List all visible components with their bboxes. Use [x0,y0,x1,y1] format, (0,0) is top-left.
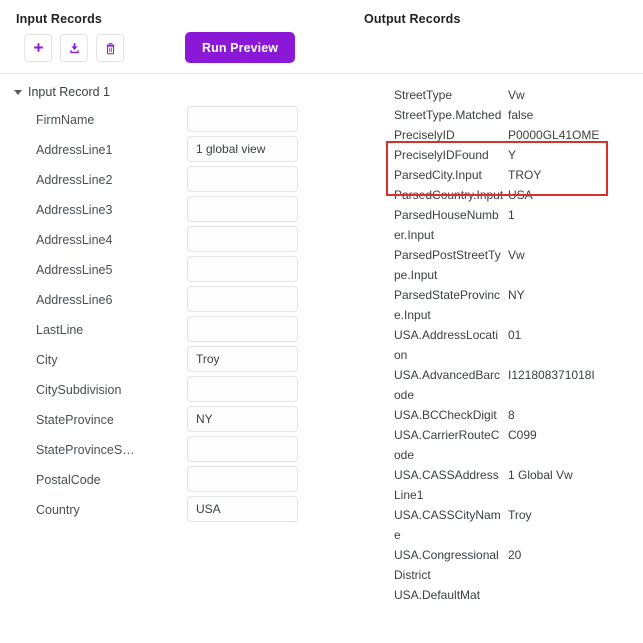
output-record-value: Vw [508,88,525,102]
output-record-value [508,585,643,605]
output-record-value: C099 [508,428,537,442]
output-record-row: USA.BCCheckDigit 8 [0,405,643,425]
output-record-key: ParsedHouseNumber.Input [394,208,499,242]
output-record-row: StreetType.Matched false [0,105,643,125]
output-record-row: ParsedCountry.Input USA [0,185,643,205]
output-record-value: 1 Global Vw [508,468,573,482]
output-record-value: Vw [508,248,525,262]
output-record-value: TROY [508,168,542,182]
output-record-row: PreciselyIDFound Y [0,145,643,165]
output-record-key: USA.CarrierRouteCode [394,428,500,462]
output-record-value: Troy [508,508,532,522]
output-record-key: PreciselyID [394,128,455,142]
output-record-row: ParsedHouseNumber.Input 1 [0,205,643,245]
output-record-value: 20 [508,548,522,562]
output-record-row: USA.AdvancedBarcode I121808371018I [0,365,643,405]
output-record-row: PreciselyID P0000GL41OME [0,125,643,145]
output-record-key: USA.CASSAddressLine1 [394,468,499,502]
delete-record-button[interactable] [96,34,124,62]
output-record-key: ParsedStateProvince.Input [394,288,501,322]
output-records-title: Output Records [364,12,461,26]
output-record-row: USA.CongressionalDistrict 20 [0,545,643,585]
output-record-key: USA.AdvancedBarcode [394,368,501,402]
output-record-key: USA.BCCheckDigit [394,408,497,422]
output-record-key: USA.CongressionalDistrict [394,548,499,582]
input-records-toolbar [24,34,124,62]
output-record-value: I121808371018I [508,368,595,382]
output-record-key: StreetType.Matched [394,108,502,122]
output-record-value: USA [508,188,533,202]
output-record-row: ParsedCity.Input TROY [0,165,643,185]
output-record-row: StreetType Vw [0,85,643,105]
output-record-value: NY [508,288,525,302]
output-record-value: P0000GL41OME [508,128,600,142]
input-records-title: Input Records [16,12,102,26]
plus-icon [32,42,45,55]
output-record-key: StreetType [394,88,453,102]
output-record-value: 1 [508,208,515,222]
output-record-row: USA.DefaultMat [0,585,643,605]
output-record-row: USA.CASSAddressLine1 1 Global Vw [0,465,643,505]
output-record-row: ParsedPostStreetType.Input Vw [0,245,643,285]
output-record-value: false [508,108,534,122]
output-record-value: 01 [508,328,522,342]
header-divider [0,73,643,74]
output-record-row: ParsedStateProvince.Input NY [0,285,643,325]
output-record-key: ParsedPostStreetType.Input [394,248,501,282]
run-preview-button[interactable]: Run Preview [185,32,296,63]
output-record-key: ParsedCity.Input [394,168,482,182]
trash-icon [104,42,117,55]
output-record-value: Y [508,148,517,162]
output-record-key: USA.DefaultMat [394,588,481,602]
output-record-key: USA.AddressLocation [394,328,499,362]
output-record-row: USA.CarrierRouteCode C099 [0,425,643,465]
download-icon [68,42,81,55]
import-record-button[interactable] [60,34,88,62]
output-record-value: 8 [508,408,515,422]
add-record-button[interactable] [24,34,52,62]
output-record-row: USA.AddressLocation 01 [0,325,643,365]
output-record-key: USA.CASSCityName [394,508,501,542]
output-records-list: StreetType Vw StreetType.Matched false Preci… [0,85,643,605]
output-record-row: USA.CASSCityName Troy [0,505,643,545]
output-record-key: PreciselyIDFound [394,148,489,162]
output-record-key: ParsedCountry.Input [394,188,504,202]
